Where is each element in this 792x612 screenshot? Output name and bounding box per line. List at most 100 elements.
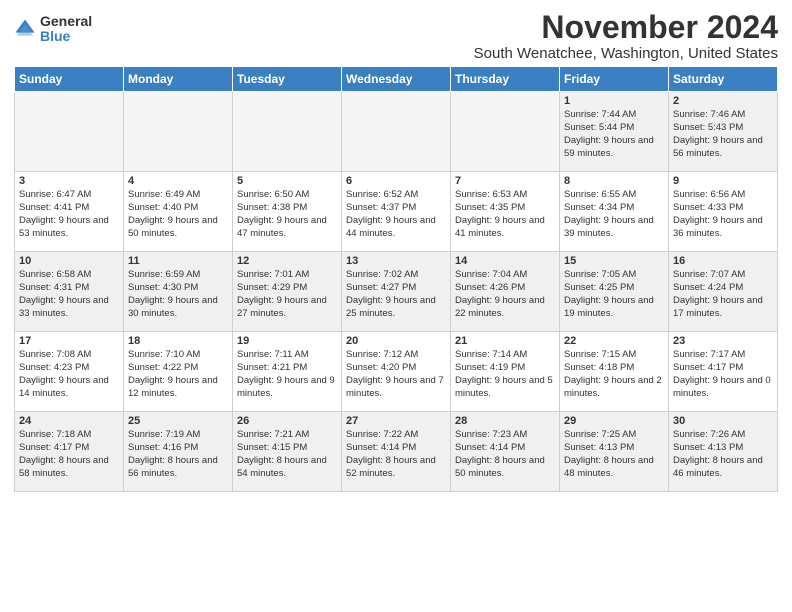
cell-details: Sunrise: 7:25 AM Sunset: 4:13 PM Dayligh… — [564, 429, 664, 480]
calendar-cell: 27 Sunrise: 7:22 AM Sunset: 4:14 PM Dayli… — [342, 412, 451, 492]
cell-details: Sunrise: 7:10 AM Sunset: 4:22 PM Dayligh… — [128, 349, 228, 400]
cell-details: Sunrise: 7:23 AM Sunset: 4:14 PM Dayligh… — [455, 429, 555, 480]
day-number: 11 — [128, 255, 228, 267]
calendar-cell — [342, 92, 451, 172]
calendar-cell: 30 Sunrise: 7:26 AM Sunset: 4:13 PM Dayli… — [669, 412, 778, 492]
cell-details: Sunrise: 7:12 AM Sunset: 4:20 PM Dayligh… — [346, 349, 446, 400]
cell-details: Sunrise: 6:50 AM Sunset: 4:38 PM Dayligh… — [237, 189, 337, 240]
calendar-cell — [233, 92, 342, 172]
calendar-cell: 7 Sunrise: 6:53 AM Sunset: 4:35 PM Daylig… — [451, 172, 560, 252]
day-number: 4 — [128, 175, 228, 187]
calendar-cell: 28 Sunrise: 7:23 AM Sunset: 4:14 PM Dayli… — [451, 412, 560, 492]
cell-details: Sunrise: 7:01 AM Sunset: 4:29 PM Dayligh… — [237, 269, 337, 320]
th-wednesday: Wednesday — [342, 67, 451, 92]
day-number: 14 — [455, 255, 555, 267]
calendar-cell: 26 Sunrise: 7:21 AM Sunset: 4:15 PM Dayli… — [233, 412, 342, 492]
cell-details: Sunrise: 6:49 AM Sunset: 4:40 PM Dayligh… — [128, 189, 228, 240]
cell-details: Sunrise: 6:56 AM Sunset: 4:33 PM Dayligh… — [673, 189, 773, 240]
th-tuesday: Tuesday — [233, 67, 342, 92]
calendar-cell: 19 Sunrise: 7:11 AM Sunset: 4:21 PM Dayli… — [233, 332, 342, 412]
calendar-table: Sunday Monday Tuesday Wednesday Thursday… — [14, 66, 778, 492]
day-number: 18 — [128, 335, 228, 347]
calendar-week-1: 3 Sunrise: 6:47 AM Sunset: 4:41 PM Daylig… — [15, 172, 778, 252]
location-subtitle: South Wenatchee, Washington, United Stat… — [474, 45, 778, 62]
calendar-cell: 18 Sunrise: 7:10 AM Sunset: 4:22 PM Dayli… — [124, 332, 233, 412]
calendar-cell: 20 Sunrise: 7:12 AM Sunset: 4:20 PM Dayli… — [342, 332, 451, 412]
calendar-cell: 4 Sunrise: 6:49 AM Sunset: 4:40 PM Daylig… — [124, 172, 233, 252]
day-number: 24 — [19, 415, 119, 427]
day-number: 28 — [455, 415, 555, 427]
cell-details: Sunrise: 7:02 AM Sunset: 4:27 PM Dayligh… — [346, 269, 446, 320]
page: General Blue November 2024 South Wenatch… — [0, 0, 792, 612]
day-number: 20 — [346, 335, 446, 347]
calendar-cell — [15, 92, 124, 172]
calendar-cell: 25 Sunrise: 7:19 AM Sunset: 4:16 PM Dayli… — [124, 412, 233, 492]
cell-details: Sunrise: 7:46 AM Sunset: 5:43 PM Dayligh… — [673, 109, 773, 160]
cell-details: Sunrise: 6:47 AM Sunset: 4:41 PM Dayligh… — [19, 189, 119, 240]
calendar-cell: 2 Sunrise: 7:46 AM Sunset: 5:43 PM Daylig… — [669, 92, 778, 172]
cell-details: Sunrise: 7:15 AM Sunset: 4:18 PM Dayligh… — [564, 349, 664, 400]
calendar-cell: 17 Sunrise: 7:08 AM Sunset: 4:23 PM Dayli… — [15, 332, 124, 412]
calendar-cell: 15 Sunrise: 7:05 AM Sunset: 4:25 PM Dayli… — [560, 252, 669, 332]
cell-details: Sunrise: 7:21 AM Sunset: 4:15 PM Dayligh… — [237, 429, 337, 480]
calendar-cell: 21Sunrise: 7:14 AM Sunset: 4:19 PM Dayli… — [451, 332, 560, 412]
cell-details: Sunrise: 7:05 AM Sunset: 4:25 PM Dayligh… — [564, 269, 664, 320]
day-number: 29 — [564, 415, 664, 427]
cell-details: Sunrise: 7:04 AM Sunset: 4:26 PM Dayligh… — [455, 269, 555, 320]
cell-details: Sunrise: 7:19 AM Sunset: 4:16 PM Dayligh… — [128, 429, 228, 480]
cell-details: Sunrise: 7:07 AM Sunset: 4:24 PM Dayligh… — [673, 269, 773, 320]
day-number: 30 — [673, 415, 773, 427]
calendar-cell — [451, 92, 560, 172]
cell-details: Sunrise: 7:22 AM Sunset: 4:14 PM Dayligh… — [346, 429, 446, 480]
day-number: 1 — [564, 95, 664, 107]
day-number: 27 — [346, 415, 446, 427]
day-number: 12 — [237, 255, 337, 267]
day-number: 8 — [564, 175, 664, 187]
logo-text: General Blue — [40, 14, 92, 45]
th-monday: Monday — [124, 67, 233, 92]
day-number: 13 — [346, 255, 446, 267]
day-number: 10 — [19, 255, 119, 267]
day-number: 15 — [564, 255, 664, 267]
calendar-cell: 24Sunrise: 7:18 AM Sunset: 4:17 PM Dayli… — [15, 412, 124, 492]
day-number: 2 — [673, 95, 773, 107]
day-number: 26 — [237, 415, 337, 427]
header-row: Sunday Monday Tuesday Wednesday Thursday… — [15, 67, 778, 92]
calendar-cell: 16 Sunrise: 7:07 AM Sunset: 4:24 PM Dayli… — [669, 252, 778, 332]
day-number: 25 — [128, 415, 228, 427]
calendar-week-0: 1 Sunrise: 7:44 AM Sunset: 5:44 PM Daylig… — [15, 92, 778, 172]
th-thursday: Thursday — [451, 67, 560, 92]
logo-icon — [14, 18, 36, 40]
calendar-cell: 29 Sunrise: 7:25 AM Sunset: 4:13 PM Dayli… — [560, 412, 669, 492]
day-number: 23 — [673, 335, 773, 347]
logo-blue-text: Blue — [40, 29, 92, 44]
cell-details: Sunrise: 7:11 AM Sunset: 4:21 PM Dayligh… — [237, 349, 337, 400]
cell-details: Sunrise: 6:53 AM Sunset: 4:35 PM Dayligh… — [455, 189, 555, 240]
cell-details: Sunrise: 7:44 AM Sunset: 5:44 PM Dayligh… — [564, 109, 664, 160]
calendar-cell: 8 Sunrise: 6:55 AM Sunset: 4:34 PM Daylig… — [560, 172, 669, 252]
day-number: 17 — [19, 335, 119, 347]
month-title: November 2024 — [474, 10, 778, 45]
calendar-cell: 1 Sunrise: 7:44 AM Sunset: 5:44 PM Daylig… — [560, 92, 669, 172]
cell-details: Sunrise: 7:26 AM Sunset: 4:13 PM Dayligh… — [673, 429, 773, 480]
day-number: 7 — [455, 175, 555, 187]
day-number: 9 — [673, 175, 773, 187]
cell-details: Sunrise: 6:55 AM Sunset: 4:34 PM Dayligh… — [564, 189, 664, 240]
calendar-body: 1 Sunrise: 7:44 AM Sunset: 5:44 PM Daylig… — [15, 92, 778, 492]
calendar-cell: 22Sunrise: 7:15 AM Sunset: 4:18 PM Dayli… — [560, 332, 669, 412]
calendar-week-3: 17 Sunrise: 7:08 AM Sunset: 4:23 PM Dayli… — [15, 332, 778, 412]
day-number: 19 — [237, 335, 337, 347]
day-number: 16 — [673, 255, 773, 267]
cell-details: Sunrise: 6:58 AM Sunset: 4:31 PM Dayligh… — [19, 269, 119, 320]
cell-details: Sunrise: 6:59 AM Sunset: 4:30 PM Dayligh… — [128, 269, 228, 320]
logo-general-text: General — [40, 14, 92, 29]
calendar-cell: 12 Sunrise: 7:01 AM Sunset: 4:29 PM Dayli… — [233, 252, 342, 332]
day-number: 6 — [346, 175, 446, 187]
calendar-cell: 3 Sunrise: 6:47 AM Sunset: 4:41 PM Daylig… — [15, 172, 124, 252]
cell-details: Sunrise: 6:52 AM Sunset: 4:37 PM Dayligh… — [346, 189, 446, 240]
calendar-cell: 5Sunrise: 6:50 AM Sunset: 4:38 PM Daylig… — [233, 172, 342, 252]
calendar-cell: 23Sunrise: 7:17 AM Sunset: 4:17 PM Dayli… — [669, 332, 778, 412]
calendar-week-2: 10 Sunrise: 6:58 AM Sunset: 4:31 PM Dayli… — [15, 252, 778, 332]
cell-details: Sunrise: 7:08 AM Sunset: 4:23 PM Dayligh… — [19, 349, 119, 400]
day-number: 3 — [19, 175, 119, 187]
